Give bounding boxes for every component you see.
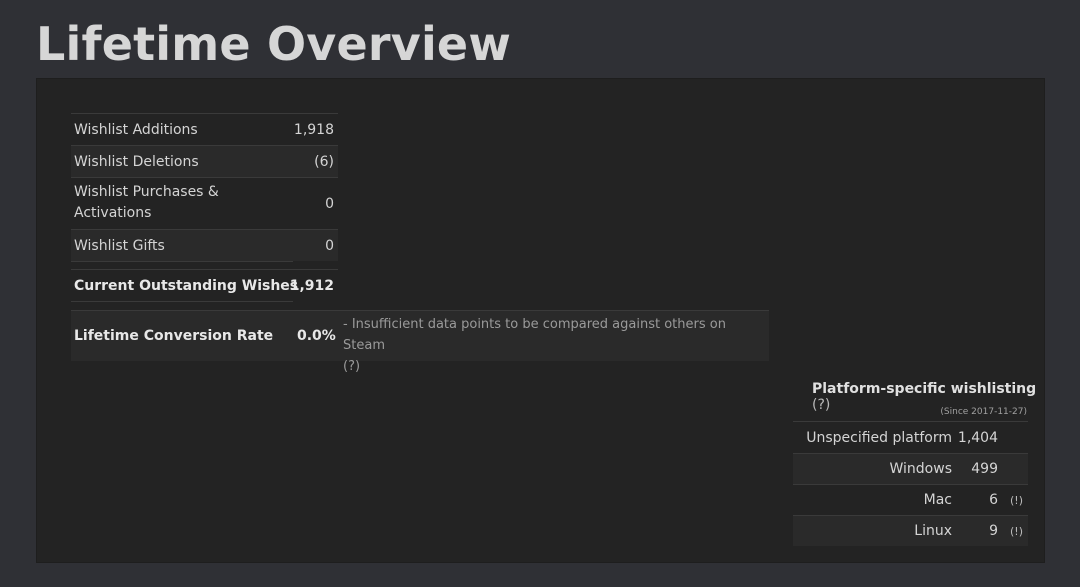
platform-label: Mac [923,492,952,508]
conversion-help-link[interactable]: (?) [343,359,360,374]
stat-label-line: Wishlist Purchases & [74,184,219,200]
stat-value: 1,912 [289,277,334,294]
stat-row-wishlist-gifts: Wishlist Gifts 0 [71,230,338,261]
warning-icon[interactable]: (!) [1010,494,1023,507]
divider [71,301,293,302]
divider [71,261,293,262]
platform-row-linux: Linux 9 (!) [793,516,1028,546]
stat-row-wishlist-additions: Wishlist Additions 1,918 [71,114,338,145]
stat-row-wishlist-deletions: Wishlist Deletions (6) [71,146,338,177]
lifetime-overview-panel: Wishlist Additions 1,918 Wishlist Deleti… [36,78,1045,563]
page-title: Lifetime Overview [36,17,512,71]
platform-label: Windows [889,461,953,477]
platform-row-unspecified: Unspecified platform 1,404 [793,422,1028,453]
conversion-rate-row: Lifetime Conversion Rate 0.0% - Insuffic… [71,311,769,374]
stat-value: 0 [325,195,334,212]
platform-row-windows: Windows 499 [793,454,1028,484]
platform-value: 1,404 [957,429,998,446]
platform-since-date: (Since 2017-11-27) [940,407,1027,417]
stat-label: Wishlist Gifts [74,237,165,254]
platform-value: 6 [989,492,998,508]
stat-value: (6) [314,153,334,170]
platform-title-text: Platform-specific wishlisting [812,381,1037,397]
stat-label-line: Activations [74,205,152,221]
stat-label: Current Outstanding Wishes [74,277,299,294]
platform-value: 9 [989,523,998,539]
platform-value: 499 [971,461,998,477]
stat-value: 0 [325,237,334,254]
stat-row-wishlist-purchases: Wishlist Purchases & Activations 0 [71,178,338,229]
stat-label: Wishlist Deletions [74,153,199,170]
conversion-note: - Insufficient data points to be compare… [343,314,769,377]
platform-label: Unspecified platform [806,429,952,446]
platform-label: Linux [914,523,952,539]
conversion-label: Lifetime Conversion Rate [74,328,274,344]
stat-row-outstanding-wishes: Current Outstanding Wishes 1,912 [71,270,338,301]
stat-value: 1,918 [293,121,334,138]
stat-label: Wishlist Additions [74,121,198,138]
stat-label: Wishlist Purchases & Activations [74,182,219,224]
platform-row-mac: Mac 6 (!) [793,485,1028,515]
conversion-note-text: - Insufficient data points to be compare… [343,317,726,353]
warning-icon[interactable]: (!) [1010,525,1023,538]
conversion-value: 0.0% [297,328,336,344]
platform-help-link[interactable]: (?) [812,397,830,413]
